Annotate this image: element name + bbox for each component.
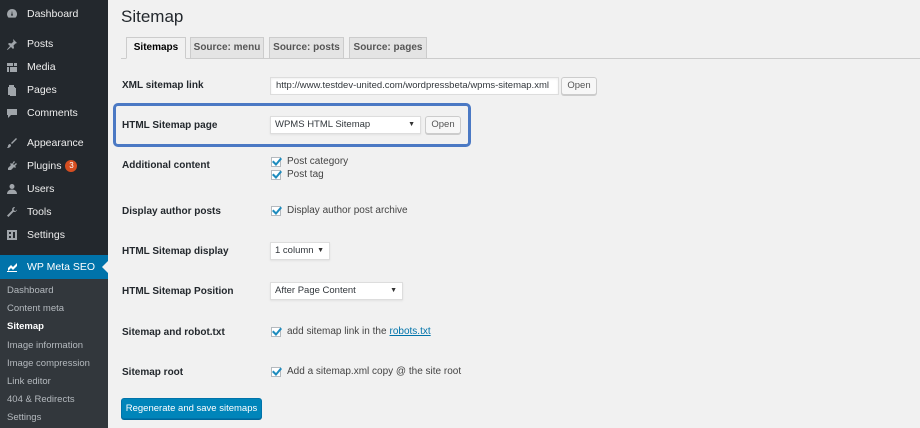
select-value: After Page Content xyxy=(275,285,356,296)
menu-item-wp-meta-seo[interactable]: WP Meta SEO xyxy=(0,255,108,279)
submenu-item-image-compression[interactable]: Image compression xyxy=(7,358,90,369)
open-html-sitemap-button[interactable]: Open xyxy=(425,116,461,134)
menu-item-media[interactable]: Media xyxy=(0,56,108,78)
checkbox-checked[interactable] xyxy=(271,156,282,167)
submenu-item-settings[interactable]: Settings xyxy=(7,412,41,423)
menu-item-users[interactable]: Users xyxy=(0,178,108,200)
user-icon xyxy=(6,183,18,195)
checkbox-label: add sitemap link in the xyxy=(287,326,387,337)
html-sitemap-page-label: HTML Sitemap page xyxy=(122,120,218,131)
html-sitemap-position-select[interactable]: After Page Content ▼ xyxy=(270,282,403,300)
menu-label: Posts xyxy=(27,38,54,50)
update-count-badge: 3 xyxy=(65,160,78,172)
menu-item-comments[interactable]: Comments xyxy=(0,102,108,124)
submenu-item-image-information[interactable]: Image information xyxy=(7,340,83,351)
html-sitemap-page-select[interactable]: WPMS HTML Sitemap ▼ xyxy=(270,116,421,134)
display-author-posts-label: Display author posts xyxy=(122,206,221,217)
tab-source-menu[interactable]: Source: menu xyxy=(190,37,264,59)
checkbox-author-archive[interactable]: Display author post archive xyxy=(271,205,408,216)
additional-content-label: Additional content xyxy=(122,160,210,171)
checkmark-icon xyxy=(272,367,282,376)
html-sitemap-position-label: HTML Sitemap Position xyxy=(122,286,234,297)
checkbox-checked[interactable] xyxy=(271,326,282,337)
menu-label: Appearance xyxy=(27,137,84,149)
checkmark-icon xyxy=(272,206,282,215)
checkbox-sitemap-root[interactable]: Add a sitemap.xml copy @ the site root xyxy=(271,366,461,377)
menu-label: Pages xyxy=(27,84,57,96)
menu-item-tools[interactable]: Tools xyxy=(0,201,108,223)
pages-icon xyxy=(6,84,18,96)
checkbox-label: Post tag xyxy=(287,169,324,180)
menu-label: Comments xyxy=(27,107,78,119)
checkbox-label: Display author post archive xyxy=(287,205,408,216)
robots-txt-link[interactable]: robots.txt xyxy=(390,326,431,337)
menu-item-appearance[interactable]: Appearance xyxy=(0,132,108,154)
menu-label: Dashboard xyxy=(27,8,79,20)
menu-item-dashboard[interactable]: Dashboard xyxy=(0,3,108,25)
menu-label: Tools xyxy=(27,206,52,218)
chart-icon xyxy=(6,261,18,273)
menu-label: Settings xyxy=(27,229,65,241)
submenu-item-link-editor[interactable]: Link editor xyxy=(7,376,51,387)
menu-item-settings[interactable]: Settings xyxy=(0,224,108,246)
menu-item-plugins[interactable]: Plugins 3 xyxy=(0,155,108,177)
wrench-icon xyxy=(6,206,18,218)
tab-sitemaps[interactable]: Sitemaps xyxy=(126,37,186,59)
chevron-down-icon: ▼ xyxy=(390,287,397,294)
plugin-submenu: Dashboard Content meta Sitemap Image inf… xyxy=(0,279,108,428)
menu-label: Users xyxy=(27,183,55,195)
checkbox-post-tag[interactable]: Post tag xyxy=(271,169,324,180)
select-value: 1 column xyxy=(275,245,314,256)
xml-sitemap-link-label: XML sitemap link xyxy=(122,80,204,91)
submenu-item-404-redirects[interactable]: 404 & Redirects xyxy=(7,394,75,405)
checkbox-checked[interactable] xyxy=(271,366,282,377)
comment-icon xyxy=(6,107,18,119)
tab-source-posts[interactable]: Source: posts xyxy=(269,37,344,59)
brush-icon xyxy=(6,137,18,149)
html-sitemap-display-select[interactable]: 1 column ▼ xyxy=(270,242,330,260)
chevron-down-icon: ▼ xyxy=(408,121,415,128)
menu-item-pages[interactable]: Pages xyxy=(0,79,108,101)
submenu-item-content-meta[interactable]: Content meta xyxy=(7,303,64,314)
chevron-down-icon: ▼ xyxy=(317,247,324,254)
checkmark-icon xyxy=(272,170,282,179)
checkmark-icon xyxy=(272,157,282,166)
checkbox-checked[interactable] xyxy=(271,169,282,180)
regenerate-save-button[interactable]: Regenerate and save sitemaps xyxy=(121,398,262,419)
checkbox-label: Add a sitemap.xml copy @ the site root xyxy=(287,366,462,377)
tab-source-pages[interactable]: Source: pages xyxy=(349,37,427,59)
checkbox-post-category[interactable]: Post category xyxy=(271,156,348,167)
checkbox-checked[interactable] xyxy=(271,205,282,216)
checkbox-robots-link[interactable]: add sitemap link in the robots.txt xyxy=(271,326,431,337)
plug-icon xyxy=(6,160,18,172)
page-title: Sitemap xyxy=(121,7,184,26)
dashboard-icon xyxy=(6,8,18,20)
submenu-item-dashboard[interactable]: Dashboard xyxy=(7,285,53,296)
menu-label: Plugins xyxy=(27,160,62,172)
select-value: WPMS HTML Sitemap xyxy=(275,119,371,130)
sitemap-root-label: Sitemap root xyxy=(122,367,184,378)
current-menu-arrow xyxy=(102,261,108,273)
open-xml-sitemap-button[interactable]: Open xyxy=(561,77,597,95)
sitemap-robot-label: Sitemap and robot.txt xyxy=(122,327,225,338)
html-sitemap-display-label: HTML Sitemap display xyxy=(122,246,229,257)
menu-label: WP Meta SEO xyxy=(27,261,96,273)
menu-label: Media xyxy=(27,61,56,73)
pin-icon xyxy=(6,38,18,50)
menu-item-posts[interactable]: Posts xyxy=(0,33,108,55)
settings-icon xyxy=(6,229,18,241)
xml-sitemap-link-input[interactable]: http://www.testdev-united.com/wordpressb… xyxy=(270,77,559,95)
admin-sidebar: Dashboard Posts Media Pages Comments App… xyxy=(0,0,108,428)
checkmark-icon xyxy=(272,327,282,336)
submenu-item-sitemap[interactable]: Sitemap xyxy=(7,321,44,332)
media-icon xyxy=(6,61,18,73)
checkbox-label: Post category xyxy=(287,156,349,167)
